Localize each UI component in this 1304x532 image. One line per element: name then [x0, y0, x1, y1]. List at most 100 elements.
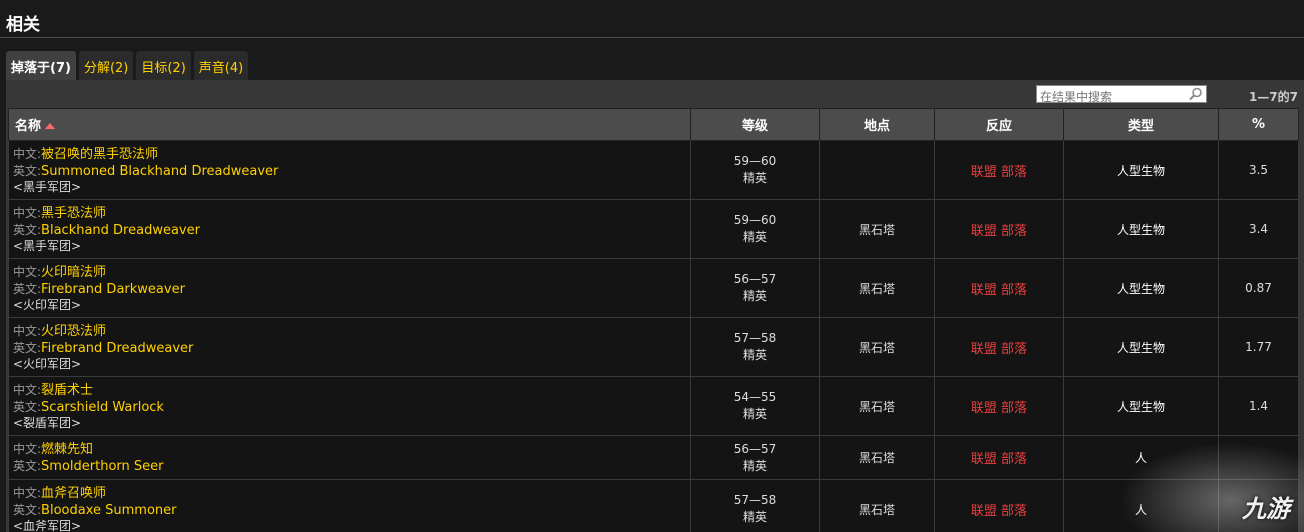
section-title: 相关 [6, 15, 40, 35]
reaction-cell: 联盟 部落 [934, 317, 1064, 377]
drop-pct-cell: 1.4 [1218, 376, 1299, 436]
section-header: 相关 [0, 0, 1304, 38]
cn-label: 中文: [13, 382, 42, 397]
cn-label: 中文: [13, 205, 42, 220]
table-row[interactable]: 中文:黑手恐法师 英文:Blackhand Dreadweaver <黑手军团>… [8, 199, 1299, 259]
npc-name-en[interactable]: Bloodaxe Summoner [41, 503, 176, 518]
npc-name-cell: 中文:燃棘先知 英文:Smolderthorn Seer [8, 435, 691, 480]
npc-guild: <血斧军团> [13, 518, 82, 532]
rank: 精英 [742, 407, 767, 421]
column-header-pct[interactable]: % [1218, 108, 1299, 141]
type-cell: 人型生物 [1063, 140, 1219, 200]
en-label: 英文: [13, 502, 42, 517]
results-panel: 1—7的7 名称 等级 地点 反应 类型 % 中文:被召唤的黑手恐法师 英文:S… [6, 80, 1304, 532]
npc-name-en[interactable]: Firebrand Darkweaver [41, 282, 185, 297]
type-cell: 人型生物 [1063, 258, 1219, 318]
table-row[interactable]: 中文:裂盾术士 英文:Scarshield Warlock <裂盾军团> 54—… [8, 376, 1299, 436]
table-row[interactable]: 中文:燃棘先知 英文:Smolderthorn Seer 56—57 精英 黑石塔… [8, 435, 1299, 480]
column-header-react[interactable]: 反应 [934, 108, 1064, 141]
rank: 精英 [742, 289, 767, 303]
location-cell[interactable]: 黑石塔 [819, 376, 935, 436]
location-cell[interactable]: 黑石塔 [819, 199, 935, 259]
npc-name-en[interactable]: Summoned Blackhand Dreadweaver [41, 164, 278, 179]
table-row[interactable]: 中文:血斧召唤师 英文:Bloodaxe Summoner <血斧军团> 57—… [8, 479, 1299, 532]
drop-pct-cell: 0.87 [1218, 258, 1299, 318]
rank: 精英 [742, 348, 767, 362]
npc-name-en[interactable]: Scarshield Warlock [41, 400, 164, 415]
sort-ascending-icon [45, 123, 56, 129]
level-range: 59—60 [733, 154, 777, 168]
rank: 精英 [742, 230, 767, 244]
tab-sound[interactable]: 声音(4) [193, 51, 249, 80]
level-cell: 56—57 精英 [690, 258, 820, 318]
type-cell: 人型生物 [1063, 376, 1219, 436]
level-cell: 59—60 精英 [690, 140, 820, 200]
level-cell: 57—58 精英 [690, 317, 820, 377]
cn-label: 中文: [13, 146, 42, 161]
npc-name-cell: 中文:黑手恐法师 英文:Blackhand Dreadweaver <黑手军团> [8, 199, 691, 259]
search-icon[interactable] [1189, 87, 1203, 101]
level-range: 57—58 [733, 493, 777, 507]
column-header-location[interactable]: 地点 [819, 108, 935, 141]
search-box[interactable] [1036, 85, 1207, 105]
cn-label: 中文: [13, 485, 42, 500]
reaction-cell: 联盟 部落 [934, 435, 1064, 480]
npc-name-en[interactable]: Firebrand Dreadweaver [41, 341, 193, 356]
tab-bar: 掉落于(7) 分解(2) 目标(2) 声音(4) [6, 51, 249, 80]
en-label: 英文: [13, 399, 42, 414]
en-label: 英文: [13, 340, 42, 355]
drop-pct-cell: 1.77 [1218, 317, 1299, 377]
type-cell: 人型生物 [1063, 199, 1219, 259]
en-label: 英文: [13, 281, 42, 296]
location-cell[interactable]: 黑石塔 [819, 258, 935, 318]
npc-name-cell: 中文:火印恐法师 英文:Firebrand Dreadweaver <火印军团> [8, 317, 691, 377]
npc-guild: <裂盾军团> [13, 415, 82, 430]
location-cell[interactable]: 黑石塔 [819, 317, 935, 377]
location-cell[interactable]: 黑石塔 [819, 435, 935, 480]
table-row[interactable]: 中文:火印恐法师 英文:Firebrand Dreadweaver <火印军团>… [8, 317, 1299, 377]
npc-guild: <黑手军团> [13, 179, 82, 194]
reaction-cell: 联盟 部落 [934, 199, 1064, 259]
column-header-level[interactable]: 等级 [690, 108, 820, 141]
level-range: 56—57 [733, 441, 777, 456]
tab-dropped-by[interactable]: 掉落于(7) [6, 51, 76, 80]
level-range: 59—60 [733, 213, 777, 227]
table-row[interactable]: 中文:火印暗法师 英文:Firebrand Darkweaver <火印军团> … [8, 258, 1299, 318]
rank: 精英 [742, 458, 767, 473]
reaction-cell: 联盟 部落 [934, 258, 1064, 318]
npc-name-cell: 中文:被召唤的黑手恐法师 英文:Summoned Blackhand Dread… [8, 140, 691, 200]
results-table: 名称 等级 地点 反应 类型 % 中文:被召唤的黑手恐法师 英文:Summone… [8, 108, 1299, 532]
table-row[interactable]: 中文:被召唤的黑手恐法师 英文:Summoned Blackhand Dread… [8, 140, 1299, 200]
npc-guild: <火印军团> [13, 297, 82, 312]
reaction-cell: 联盟 部落 [934, 140, 1064, 200]
reaction-cell: 联盟 部落 [934, 479, 1064, 532]
tab-disenchant[interactable]: 分解(2) [78, 51, 134, 80]
level-range: 56—57 [733, 272, 777, 286]
npc-name-en[interactable]: Smolderthorn Seer [41, 459, 163, 474]
npc-name-cn[interactable]: 火印暗法师 [41, 265, 106, 280]
npc-name-cn[interactable]: 裂盾术士 [41, 383, 93, 398]
location-cell[interactable] [819, 140, 935, 200]
npc-name-cell: 中文:火印暗法师 英文:Firebrand Darkweaver <火印军团> [8, 258, 691, 318]
pagination-info: 1—7的7 [1248, 90, 1298, 104]
npc-name-cell: 中文:血斧召唤师 英文:Bloodaxe Summoner <血斧军团> [8, 479, 691, 532]
en-label: 英文: [13, 222, 42, 237]
reaction-cell: 联盟 部落 [934, 376, 1064, 436]
npc-name-en[interactable]: Blackhand Dreadweaver [41, 223, 200, 238]
watermark-logo: 九游 [1242, 495, 1290, 523]
npc-name-cn[interactable]: 燃棘先知 [41, 442, 93, 457]
location-cell[interactable]: 黑石塔 [819, 479, 935, 532]
npc-name-cn[interactable]: 火印恐法师 [41, 324, 106, 339]
npc-name-cn[interactable]: 黑手恐法师 [41, 206, 106, 221]
tab-target[interactable]: 目标(2) [136, 51, 191, 80]
npc-name-cn[interactable]: 血斧召唤师 [41, 486, 106, 501]
column-header-type[interactable]: 类型 [1063, 108, 1219, 141]
npc-name-cn[interactable]: 被召唤的黑手恐法师 [41, 147, 158, 162]
en-label: 英文: [13, 458, 42, 473]
npc-guild: <黑手军团> [13, 238, 82, 253]
level-cell: 57—58 精英 [690, 479, 820, 532]
column-header-name[interactable]: 名称 [8, 108, 691, 141]
cn-label: 中文: [13, 264, 42, 279]
search-input[interactable] [1037, 89, 1187, 105]
cn-label: 中文: [13, 323, 42, 338]
